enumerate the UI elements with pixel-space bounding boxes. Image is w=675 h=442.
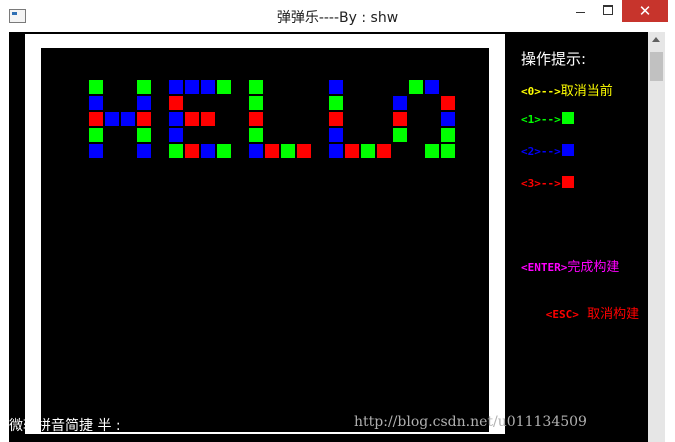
hint-panel: 操作提示: <0>-->取消当前 <1>--> <2>--> <3>--> <E…: [521, 32, 648, 332]
board-block: [329, 112, 343, 126]
window-left-border: [0, 32, 9, 442]
hint-key: <3>-->: [521, 177, 561, 190]
board-block: [441, 112, 455, 126]
board-block: [329, 144, 343, 158]
hint-finish-build: <ENTER>完成构建: [521, 256, 619, 275]
hint-cancel-build: <ESC> 取消构建: [521, 288, 639, 337]
board-block: [89, 80, 103, 94]
close-icon: ✕: [638, 2, 652, 20]
board-block: [377, 144, 391, 158]
board-block: [185, 112, 199, 126]
board-block: [137, 80, 151, 94]
hint-red-block: <3>-->: [521, 176, 574, 191]
board-block: [441, 128, 455, 142]
hint-key: <1>-->: [521, 113, 561, 126]
hint-heading: 操作提示:: [521, 50, 587, 68]
board-block: [329, 96, 343, 110]
hint-label: 取消当前: [560, 84, 613, 99]
board-block: [89, 96, 103, 110]
vertical-scrollbar[interactable]: [648, 32, 665, 442]
hint-key: <0>-->: [521, 85, 561, 98]
board-block: [169, 128, 183, 142]
board-block: [89, 128, 103, 142]
hint-key: <2>-->: [521, 145, 561, 158]
board-block: [425, 80, 439, 94]
ime-status-text: 微软拼音简捷 半 :: [9, 418, 121, 434]
board-block: [249, 80, 263, 94]
watermark-url: http://blog.csdn.net/u011134509: [354, 414, 587, 430]
minimize-button[interactable]: [566, 0, 595, 22]
board-block: [425, 144, 439, 158]
hint-blue-block: <2>-->: [521, 144, 574, 159]
hint-green-block: <1>-->: [521, 112, 574, 127]
board-block: [393, 96, 407, 110]
board-block: [169, 96, 183, 110]
board-block: [217, 144, 231, 158]
board-block: [201, 144, 215, 158]
green-square-icon: [561, 112, 574, 124]
scroll-up-arrow-icon[interactable]: [648, 32, 665, 49]
title-bar: 弹弹乐----By : shw ✕: [0, 0, 675, 32]
hint-label: 取消构建: [578, 307, 640, 322]
hint-key: <ESC>: [545, 308, 579, 321]
board-block: [329, 80, 343, 94]
hint-label: 完成构建: [567, 260, 620, 275]
board-block: [169, 112, 183, 126]
scroll-thumb[interactable]: [650, 52, 663, 81]
board-block: [201, 80, 215, 94]
board-block: [185, 80, 199, 94]
red-square-icon: [561, 176, 574, 188]
board-block: [137, 144, 151, 158]
board-block: [169, 80, 183, 94]
board-block: [265, 144, 279, 158]
board-block: [121, 112, 135, 126]
board-block: [393, 112, 407, 126]
board-block: [249, 96, 263, 110]
board-block: [441, 96, 455, 110]
board-block: [169, 144, 183, 158]
hint-key: <ENTER>: [521, 261, 568, 274]
window-right-border: [665, 32, 675, 442]
board-block: [185, 144, 199, 158]
board-block: [137, 112, 151, 126]
board-block: [249, 112, 263, 126]
board-block: [361, 144, 375, 158]
board-block: [409, 80, 423, 94]
board-block: [297, 144, 311, 158]
console-area[interactable]: 操作提示: <0>-->取消当前 <1>--> <2>--> <3>--> <E…: [9, 32, 648, 442]
board-block: [345, 144, 359, 158]
board-block: [137, 128, 151, 142]
game-board: [41, 48, 489, 432]
close-button[interactable]: ✕: [622, 0, 668, 22]
board-block: [137, 96, 151, 110]
board-block: [329, 128, 343, 142]
board-block: [249, 128, 263, 142]
board-block: [89, 144, 103, 158]
board-block: [249, 144, 263, 158]
board-block: [201, 112, 215, 126]
board-block: [393, 128, 407, 142]
board-block: [105, 112, 119, 126]
board-block: [441, 144, 455, 158]
blue-square-icon: [561, 144, 574, 156]
board-block: [217, 80, 231, 94]
board-block: [89, 112, 103, 126]
board-block: [281, 144, 295, 158]
hint-cancel-current: <0>-->取消当前: [521, 80, 613, 99]
maximize-button[interactable]: [595, 0, 622, 22]
